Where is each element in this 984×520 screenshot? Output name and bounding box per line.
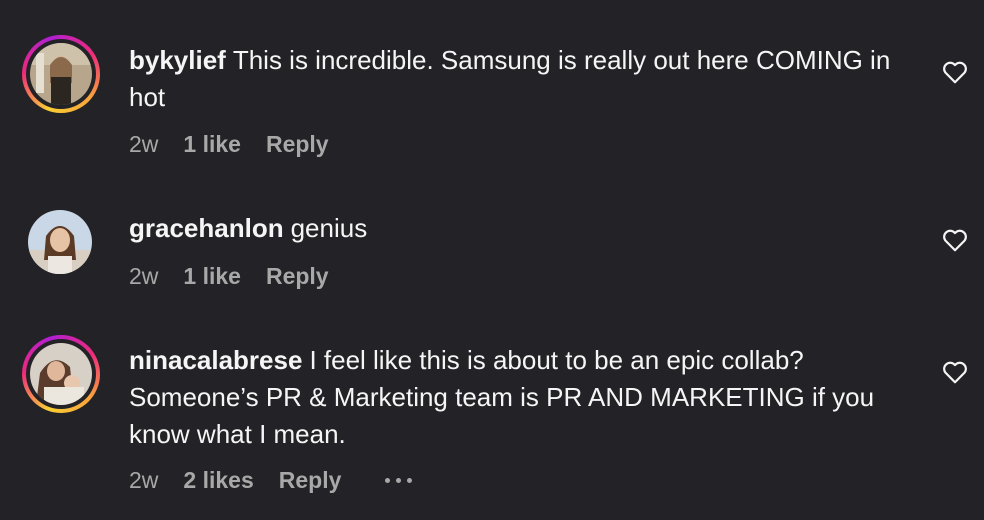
comment-likes-count[interactable]: 1 like (183, 263, 241, 290)
comment-meta: 2w 1 like Reply (129, 263, 329, 290)
comment-username[interactable]: gracehanlon (129, 213, 284, 243)
comment-text: This is incredible. Samsung is really ou… (129, 45, 891, 112)
avatar-story-ring[interactable] (22, 335, 100, 413)
avatar (30, 43, 92, 105)
more-horizontal-icon[interactable] (385, 478, 413, 483)
reply-button[interactable]: Reply (279, 467, 342, 494)
heart-outline-icon[interactable] (942, 228, 968, 252)
comment-body: ninacalabrese I feel like this is about t… (129, 342, 899, 453)
avatar-image (28, 210, 92, 274)
heart-outline-icon[interactable] (942, 360, 968, 384)
comment-likes-count[interactable]: 1 like (183, 131, 241, 158)
reply-button[interactable]: Reply (266, 263, 329, 290)
comment-username[interactable]: bykylief (129, 45, 226, 75)
avatar[interactable] (28, 210, 92, 274)
comment-meta: 2w 2 likes Reply (129, 467, 413, 494)
heart-outline-icon[interactable] (942, 60, 968, 84)
comment-username[interactable]: ninacalabrese (129, 345, 302, 375)
avatar (30, 343, 92, 405)
comment-age[interactable]: 2w (129, 467, 158, 494)
comment-meta: 2w 1 like Reply (129, 131, 329, 158)
reply-button[interactable]: Reply (266, 131, 329, 158)
comment-likes-count[interactable]: 2 likes (183, 467, 253, 494)
comment-age[interactable]: 2w (129, 263, 158, 290)
comment-age[interactable]: 2w (129, 131, 158, 158)
avatar-story-ring[interactable] (22, 35, 100, 113)
comment-body: bykylief This is incredible. Samsung is r… (129, 42, 899, 116)
comment-text: genius (290, 213, 368, 243)
comment-body: gracehanlon genius (129, 210, 899, 247)
